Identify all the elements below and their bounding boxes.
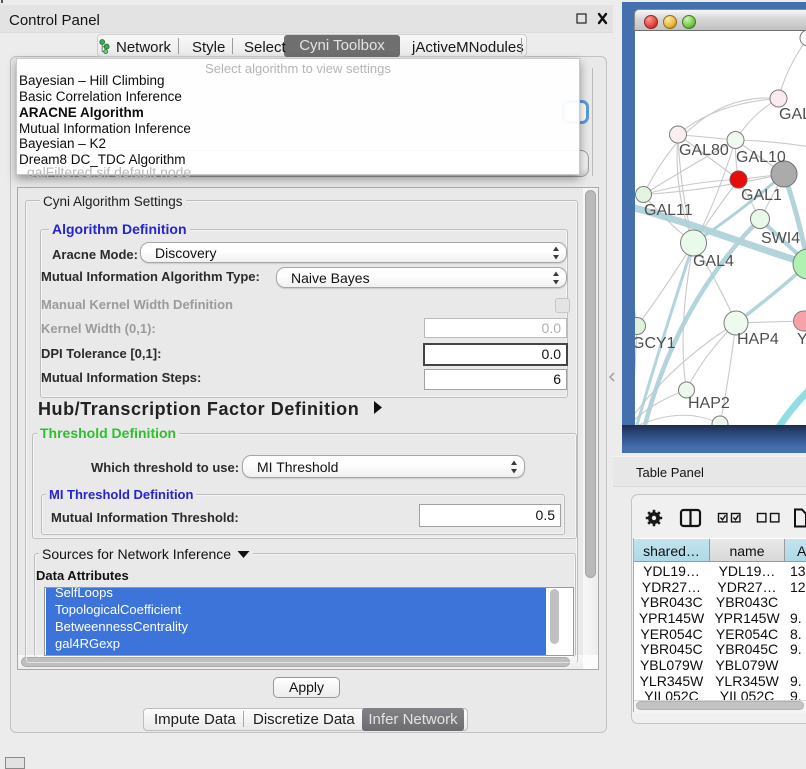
svg-text:SWI4: SWI4 [761, 230, 800, 247]
svg-text:YJL: YJL [797, 331, 806, 348]
svg-text:HAP4: HAP4 [737, 331, 779, 348]
svg-text:GAL80: GAL80 [679, 142, 729, 159]
svg-text:GAL10: GAL10 [736, 149, 786, 166]
svg-text:GAL1: GAL1 [741, 187, 782, 204]
svg-text:GCY1: GCY1 [635, 335, 676, 352]
svg-text:GAL4: GAL4 [693, 253, 734, 270]
svg-text:GAL7: GAL7 [779, 106, 806, 123]
svg-text:GAL11: GAL11 [644, 202, 693, 219]
svg-text:HAP2: HAP2 [688, 395, 730, 412]
